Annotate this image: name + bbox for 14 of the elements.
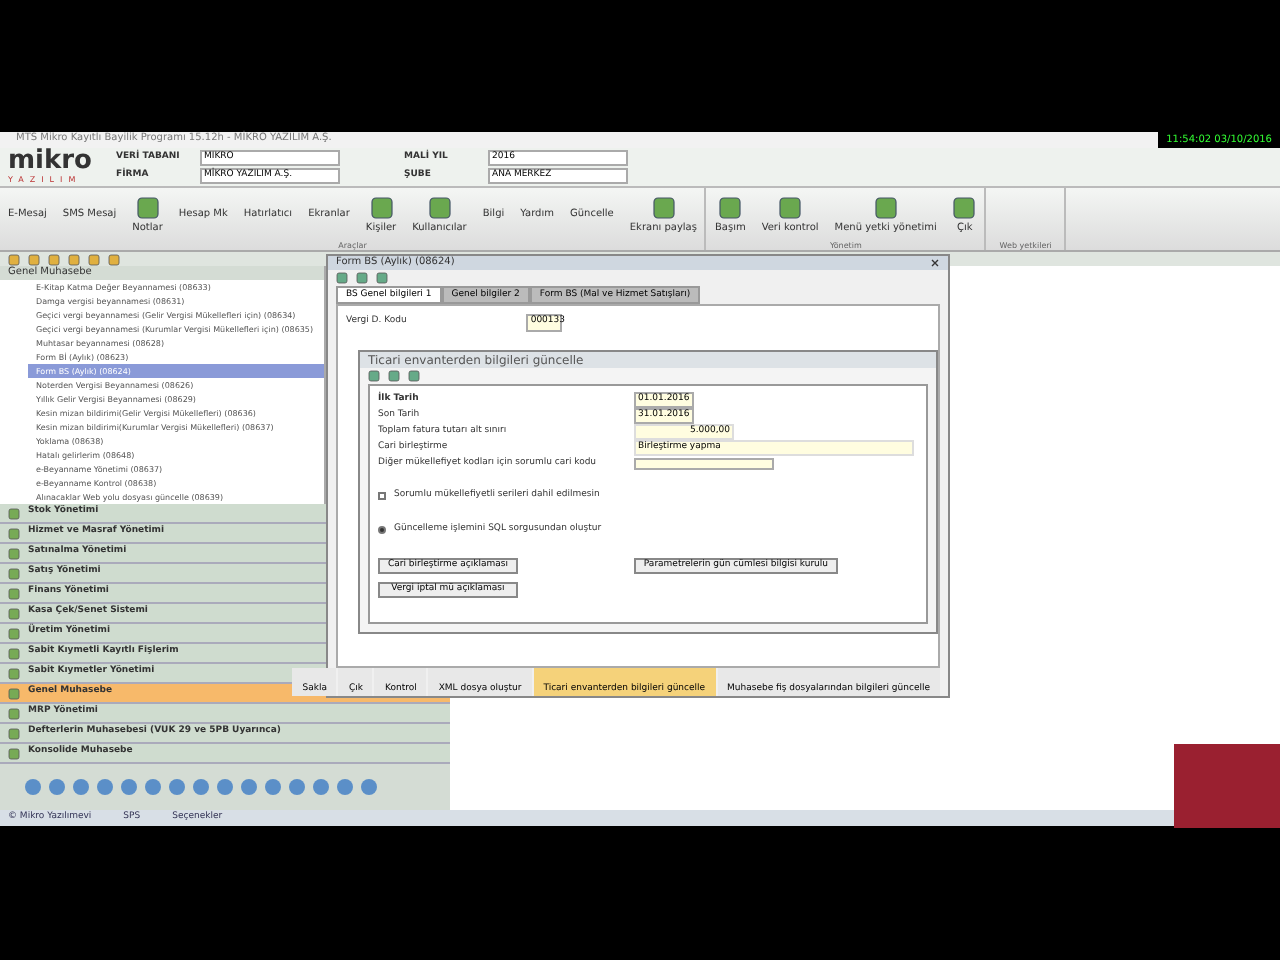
app-icon <box>952 195 977 219</box>
logo: mikro <box>8 149 92 173</box>
close-icon[interactable] <box>930 258 940 268</box>
checkbox[interactable] <box>378 492 386 501</box>
video-placeholder <box>1174 744 1280 828</box>
radio-button[interactable] <box>378 526 386 535</box>
app-icon <box>651 195 676 219</box>
app-icon <box>369 195 394 219</box>
app-icon <box>778 195 803 219</box>
app-icon <box>718 195 743 219</box>
dropdown-field[interactable] <box>634 458 774 470</box>
app-icon <box>135 195 160 219</box>
app-icon <box>427 195 452 219</box>
app-icon <box>873 195 898 219</box>
